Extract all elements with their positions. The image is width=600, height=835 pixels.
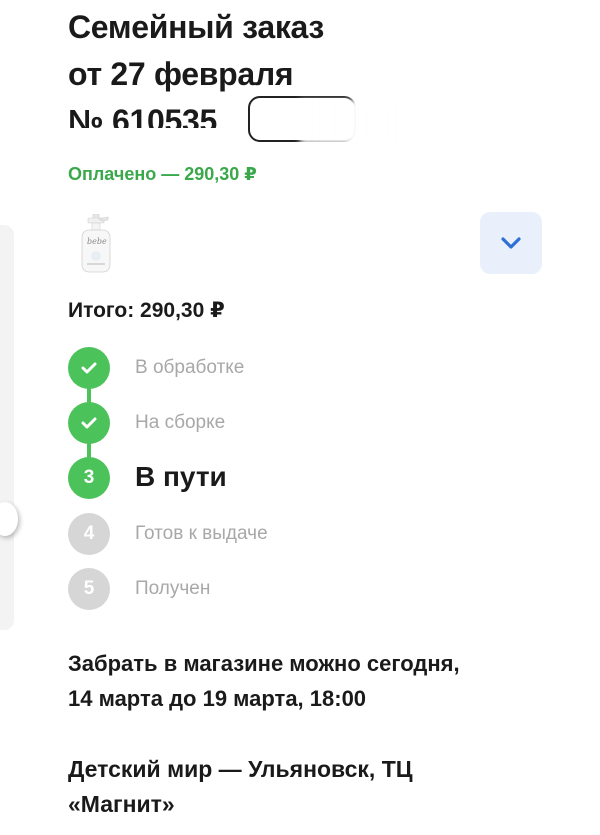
step-label: Готов к выдаче <box>135 523 268 544</box>
order-title-line1: Семейный заказ <box>68 9 325 45</box>
check-icon <box>68 402 110 444</box>
status-step-processing: В обработке <box>68 347 568 389</box>
step-number: 3 <box>68 457 110 499</box>
pickup-line2: 14 марта до 19 марта, 18:00 <box>68 686 367 711</box>
soap-bottle-icon[interactable]: bebe <box>78 213 114 274</box>
side-panel-edge <box>0 225 14 630</box>
step-label: На сборке <box>135 412 226 433</box>
step-number: 5 <box>68 568 110 610</box>
order-title-line2: от 27 февраля <box>68 56 294 92</box>
redaction-smudge <box>300 100 400 144</box>
status-step-ready: 4 Готов к выдаче <box>68 513 568 555</box>
step-connector <box>87 387 91 403</box>
side-panel-handle[interactable] <box>0 502 18 536</box>
expand-products-button[interactable] <box>480 212 542 274</box>
chevron-down-icon <box>501 237 521 249</box>
store-name: Детский мир — Ульяновск, ТЦ «Магнит» <box>68 752 588 822</box>
step-number: 4 <box>68 513 110 555</box>
svg-text:bebe: bebe <box>87 237 107 246</box>
pickup-info: Забрать в магазине можно сегодня, 14 мар… <box>68 646 588 716</box>
step-label: В обработке <box>135 357 245 378</box>
step-label-active: В пути <box>135 461 227 492</box>
check-icon <box>68 347 110 389</box>
store-line1: Детский мир — Ульяновск, ТЦ <box>68 756 413 782</box>
payment-status: Оплачено — 290,30 ₽ <box>68 164 257 184</box>
status-step-assembly: На сборке <box>68 402 568 444</box>
order-total: Итого: 290,30 ₽ <box>68 299 225 322</box>
step-connector <box>87 442 91 458</box>
status-step-in-transit: 3 В пути <box>68 457 568 499</box>
store-line2: «Магнит» <box>68 791 175 817</box>
pickup-line1: Забрать в магазине можно сегодня, <box>68 651 460 676</box>
status-step-received: 5 Получен <box>68 568 568 610</box>
step-label: Получен <box>135 578 211 599</box>
